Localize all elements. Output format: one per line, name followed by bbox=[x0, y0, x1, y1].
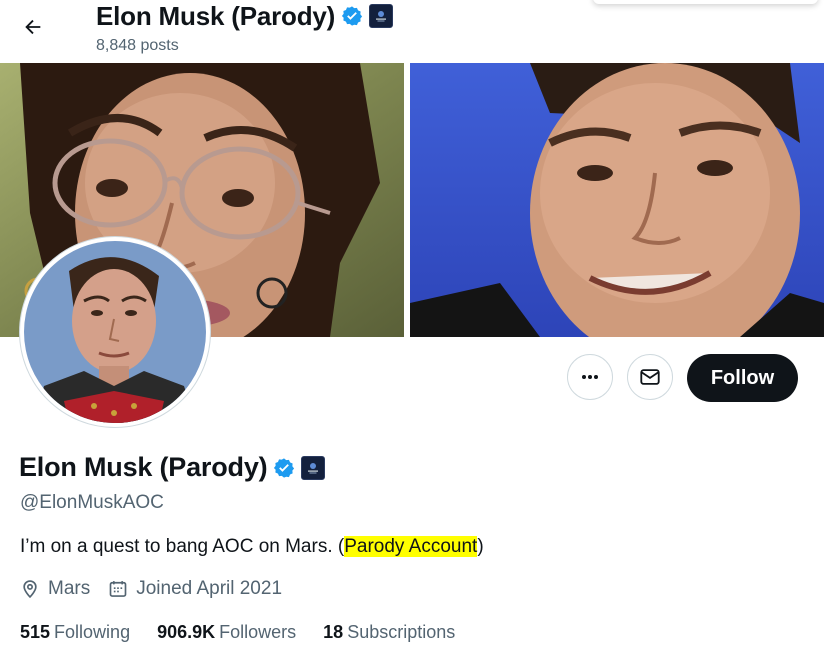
subscriptions-stat[interactable]: 18 Subscriptions bbox=[323, 622, 455, 643]
more-options-button[interactable] bbox=[567, 354, 613, 400]
joined-item: Joined April 2021 bbox=[108, 578, 282, 600]
back-button[interactable] bbox=[14, 8, 52, 46]
followers-stat[interactable]: 906.9K Followers bbox=[157, 622, 296, 643]
followers-count: 906.9K bbox=[157, 622, 216, 642]
affiliate-badge-icon[interactable] bbox=[369, 4, 394, 28]
bio-text: I’m on a quest to bang AOC on Mars. ( bbox=[20, 536, 345, 557]
popover-edge bbox=[593, 0, 818, 4]
verified-badge-icon[interactable] bbox=[273, 457, 295, 479]
message-button[interactable] bbox=[627, 354, 673, 400]
profile-header: Elon Musk (Parody) 8,848 posts bbox=[0, 0, 824, 63]
following-count: 515 bbox=[20, 622, 51, 642]
subscriptions-label: Subscriptions bbox=[347, 622, 456, 642]
bio-highlight: Parody Account bbox=[344, 536, 478, 557]
affiliate-badge-icon[interactable] bbox=[301, 455, 326, 480]
profile-bio: I’m on a quest to bang AOC on Mars. (Par… bbox=[20, 536, 484, 558]
follow-button[interactable]: Follow bbox=[687, 354, 798, 402]
bio-text-end: ) bbox=[477, 536, 484, 557]
profile-meta: Mars Joined April 2021 bbox=[20, 578, 300, 600]
profile-stats: 515 Following 906.9K Followers 18 Subscript… bbox=[20, 622, 482, 643]
verified-badge-icon bbox=[342, 6, 363, 26]
location-item: Mars bbox=[20, 578, 90, 600]
following-label: Following bbox=[54, 622, 131, 642]
header-post-count: 8,848 posts bbox=[96, 37, 179, 54]
envelope-icon bbox=[640, 369, 660, 385]
profile-avatar[interactable] bbox=[20, 237, 210, 427]
followers-label: Followers bbox=[219, 622, 297, 642]
more-dots-icon bbox=[582, 375, 598, 379]
header-title: Elon Musk (Parody) bbox=[96, 0, 336, 31]
joined-text: Joined April 2021 bbox=[136, 578, 283, 599]
profile-name-row: Elon Musk (Parody) bbox=[19, 452, 326, 483]
profile-handle: @ElonMuskAOC bbox=[20, 492, 164, 513]
following-stat[interactable]: 515 Following bbox=[20, 622, 130, 643]
subscriptions-count: 18 bbox=[323, 622, 344, 642]
profile-name: Elon Musk (Parody) bbox=[19, 452, 268, 482]
calendar-icon bbox=[109, 581, 127, 597]
profile-page: Elon Musk (Parody) 8,848 posts Follow El… bbox=[0, 0, 824, 653]
header-title-row: Elon Musk (Parody) bbox=[96, 0, 394, 32]
banner-photo-right bbox=[410, 63, 824, 337]
location-text: Mars bbox=[48, 578, 91, 599]
location-pin-icon bbox=[23, 580, 37, 599]
arrow-left-icon bbox=[25, 19, 41, 35]
